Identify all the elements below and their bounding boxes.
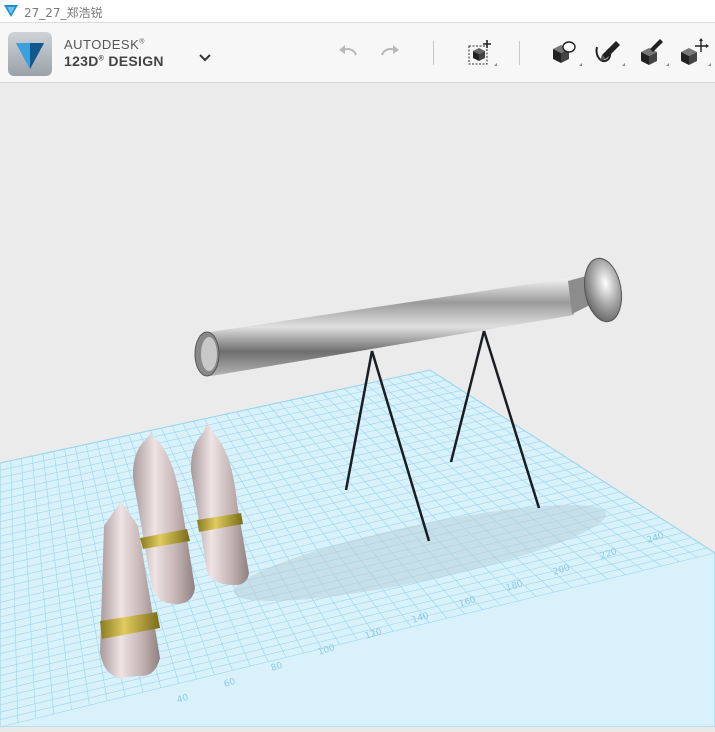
toolbar-separator: [519, 41, 520, 65]
window-titlebar: 27_27_郑浩锐: [0, 0, 715, 23]
redo-icon[interactable]: [378, 41, 402, 61]
sketch-pencil-icon[interactable]: [592, 37, 626, 69]
main-toolbar: AUTODESK® 123D® DESIGN: [0, 23, 715, 83]
3d-viewport[interactable]: 40 60 80 100 120 140 160 180 200 220 240: [0, 83, 715, 728]
modify-brush-icon[interactable]: [636, 37, 670, 69]
chevron-down-icon[interactable]: [197, 51, 213, 63]
scene-canvas[interactable]: 406080100120140160180200220240: [0, 83, 715, 728]
app-logo[interactable]: [8, 32, 52, 76]
window-title: 27_27_郑浩锐: [24, 6, 103, 20]
autodesk-logo-icon: [16, 43, 44, 69]
transform-move-icon[interactable]: [678, 37, 712, 69]
construct-cube-icon[interactable]: [549, 37, 583, 69]
primitives-cube-plus-icon[interactable]: [464, 37, 498, 69]
telescope-eyepiece: [583, 257, 623, 323]
telescope-tube: [203, 278, 574, 376]
toolbar-separator: [433, 41, 434, 65]
product-name: 123D® DESIGN: [64, 53, 164, 69]
undo-icon[interactable]: [336, 41, 360, 61]
brand-name: AUTODESK®: [64, 37, 145, 52]
telescope-tube-opening: [201, 337, 217, 371]
app-logo-icon: [4, 5, 18, 17]
